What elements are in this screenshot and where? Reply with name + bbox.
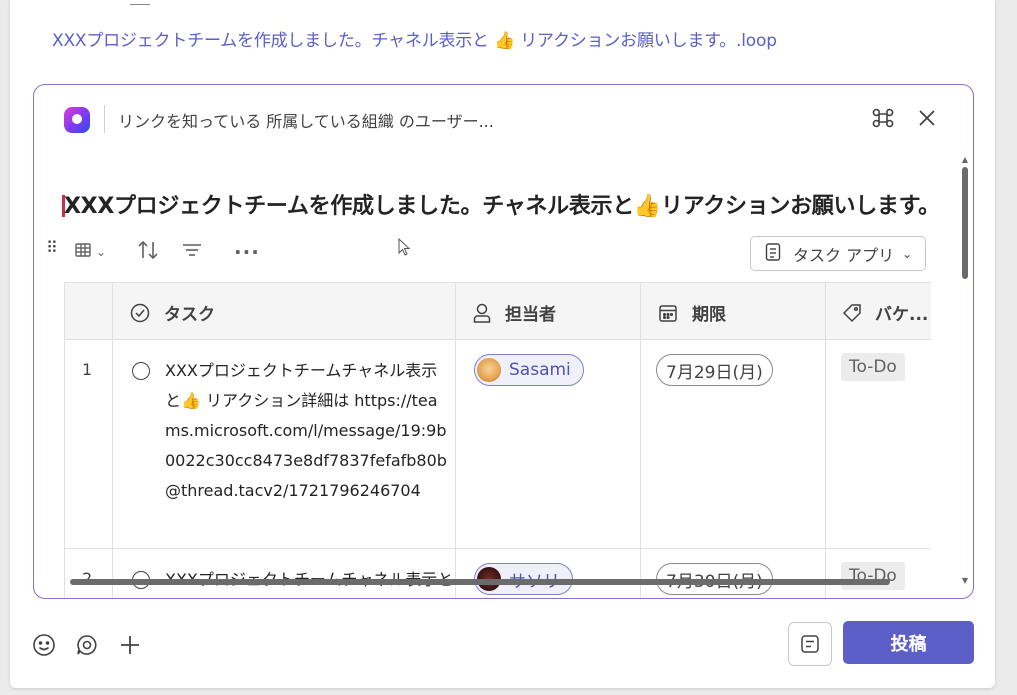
task-app-label: タスク アプリ [793,245,895,265]
task-complete-checkbox[interactable] [132,362,150,380]
loop-title[interactable]: XXXプロジェクトチームを作成しました。チャネル表示と👍リアクションお願いします… [64,188,940,220]
vertical-scroll-thumb[interactable] [962,167,968,279]
chevron-down-icon: ⌄ [96,245,107,259]
column-label: タスク [164,305,215,325]
table-row[interactable]: 2 XXXプロジェクトチームチャネル表示と サソリ 7月30日(月) To-Do [65,549,931,598]
due-date-chip[interactable]: 7月29日(月) [656,354,773,386]
table-view-button[interactable]: ⌄ [74,237,106,267]
person-icon [473,303,491,323]
check-circle-icon [130,303,150,323]
share-scope-text[interactable]: リンクを知っている 所属している組織 のユーザー... [118,108,494,132]
emoji-icon[interactable] [30,631,58,659]
command-icon[interactable] [870,105,896,131]
filter-button[interactable] [182,237,202,267]
chevron-down-icon: ⌄ [902,246,913,261]
filter-icon [182,242,202,263]
table-header-row: タスク 担当者 期限 バケ... [65,283,931,340]
bucket-chip[interactable]: To-Do [841,562,905,590]
vertical-scrollbar[interactable]: ▲ ▼ [961,155,969,585]
scroll-down-arrow-icon[interactable]: ▼ [961,576,969,585]
tag-icon [841,302,863,324]
table-grid-icon [74,241,92,264]
loop-file-link[interactable]: XXXプロジェクトチームを作成しました。チャネル表示と 👍 リアクションお願いし… [52,26,777,51]
calendar-icon [658,303,678,323]
column-label: 期限 [692,305,726,325]
format-options-button[interactable] [788,622,832,666]
loop-logo-icon [64,107,90,133]
due-cell[interactable]: 7月29日(月) [640,340,826,548]
row-number: 1 [82,360,93,379]
column-header-task[interactable]: タスク [112,283,456,339]
bucket-chip[interactable]: To-Do [841,353,905,381]
close-icon[interactable] [914,105,940,131]
bucket-cell[interactable]: To-Do [825,549,931,598]
assignee-cell[interactable]: サソリ [455,549,641,598]
task-table: タスク 担当者 期限 バケ... 1 XXXプロジェクトチームチャネル表示と👍 … [64,282,931,598]
scroll-up-arrow-icon[interactable]: ▲ [961,155,969,164]
rownum-header [65,283,113,339]
drag-handle-icon[interactable]: ⠿ [46,238,58,257]
note-icon [800,634,820,654]
due-cell[interactable]: 7月30日(月) [640,549,826,598]
task-app-button[interactable]: タスク アプリ ⌄ [750,236,926,271]
sort-arrows-icon [136,239,160,266]
horizontal-scrollbar[interactable] [70,579,890,585]
column-header-bucket[interactable]: バケ... [825,283,931,339]
prev-message-edge [130,0,150,5]
task-title[interactable]: XXXプロジェクトチームチャネル表示と👍 リアクション詳細は https://t… [165,356,450,506]
assignee-cell[interactable]: Sasami [455,340,641,548]
bucket-cell[interactable]: To-Do [825,340,931,548]
clipboard-list-icon [765,242,781,265]
table-row[interactable]: 1 XXXプロジェクトチームチャネル表示と👍 リアクション詳細は https:/… [65,340,931,549]
column-label: 担当者 [505,305,556,325]
loop-component-icon[interactable] [73,631,101,659]
header-divider [104,105,105,133]
mouse-pointer-icon [398,237,412,262]
compose-footer: 投稿 [0,600,1017,690]
task-cell[interactable]: XXXプロジェクトチームチャネル表示と👍 リアクション詳細は https://t… [112,340,456,548]
assignee-chip[interactable]: Sasami [474,354,584,386]
loop-component-card[interactable]: リンクを知っている 所属している組織 のユーザー... ▲ ▼ XXXプロジェク… [33,84,974,599]
column-header-due[interactable]: 期限 [640,283,826,339]
rownum-cell: 2 [65,549,113,598]
post-button[interactable]: 投稿 [843,621,974,664]
more-options-icon[interactable]: ··· [234,237,260,267]
rownum-cell: 1 [65,340,113,548]
task-cell[interactable]: XXXプロジェクトチームチャネル表示と [112,549,456,598]
sort-button[interactable] [136,237,160,267]
assignee-name: Sasami [509,360,571,380]
column-header-assignee[interactable]: 担当者 [455,283,641,339]
column-label: バケ... [875,305,929,325]
add-icon[interactable] [116,631,144,659]
loop-card-header: リンクを知っている 所属している組織 のユーザー... [34,85,973,145]
avatar [477,358,501,382]
